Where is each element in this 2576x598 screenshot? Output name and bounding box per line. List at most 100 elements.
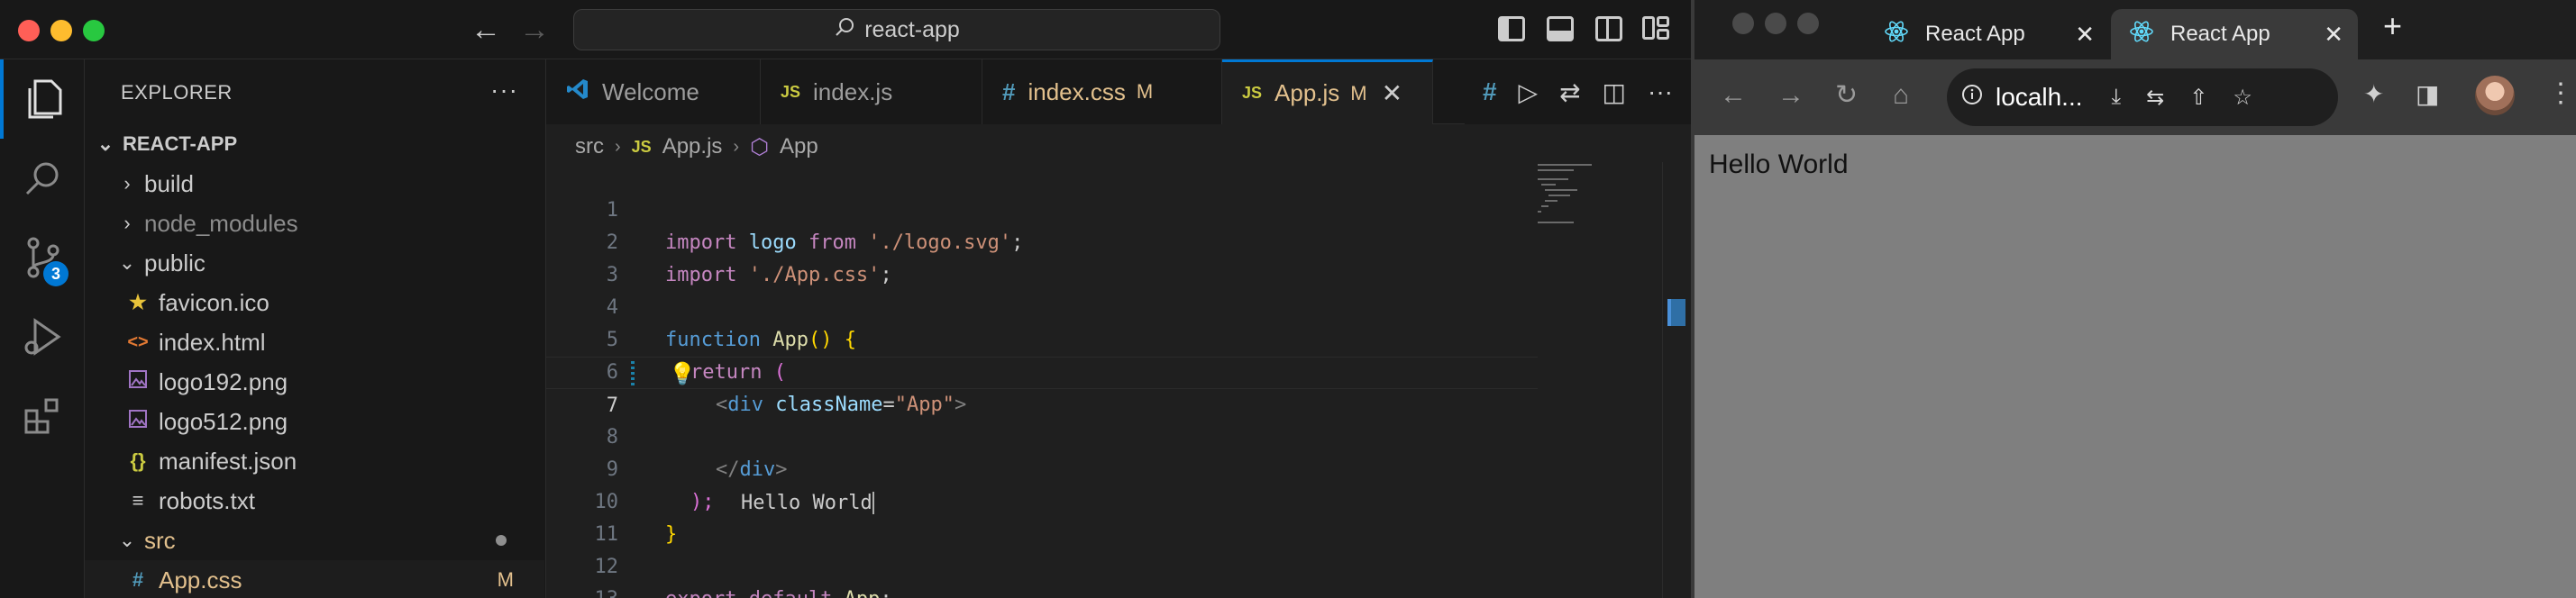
modified-dot — [496, 535, 507, 546]
profile-avatar[interactable] — [2475, 76, 2515, 115]
js-icon: JS — [631, 137, 652, 156]
breadcrumb-item[interactable]: App — [780, 134, 818, 159]
tree-root-react-app[interactable]: ⌄ REACT-APP — [85, 124, 544, 164]
tree-item-src[interactable]: ⌄ src — [85, 521, 544, 560]
chevron-right-icon: › — [123, 212, 131, 234]
minimize-window-button[interactable] — [1765, 13, 1786, 34]
chevron-right-icon: › — [733, 136, 740, 157]
breadcrumb-item[interactable]: src — [575, 134, 604, 159]
explorer-title: EXPLORER — [121, 81, 233, 104]
extensions-icon[interactable] — [0, 376, 85, 456]
css-icon[interactable]: # — [1483, 77, 1497, 106]
tree-item-index-html[interactable]: <> index.html — [85, 322, 544, 362]
translate-icon[interactable]: ⇆ — [2146, 85, 2164, 111]
tree-item-app-css[interactable]: # App.css M — [85, 560, 544, 598]
tree-item-manifest[interactable]: {} manifest.json — [85, 441, 544, 481]
home-icon[interactable]: ⌂ — [1893, 77, 1909, 113]
close-window-button[interactable] — [18, 20, 40, 41]
js-icon: JS — [1242, 84, 1263, 102]
close-window-button[interactable] — [1732, 13, 1754, 34]
new-tab-plus-icon[interactable]: + — [2383, 7, 2402, 45]
forward-arrow-icon[interactable]: → — [1777, 77, 1804, 113]
editor-area: Welcome JS index.js # index.css M JS App… — [546, 59, 1691, 598]
go-forward-arrow-icon[interactable]: → — [519, 13, 550, 47]
site-info-icon[interactable] — [1961, 83, 1983, 112]
split-editor-icon[interactable]: ◫ — [1603, 77, 1626, 107]
code-line: 9 ); — [606, 458, 715, 513]
toggle-panel-icon[interactable] — [1547, 16, 1574, 41]
command-center-search[interactable]: react-app — [573, 9, 1220, 50]
more-actions-icon[interactable]: ··· — [1648, 77, 1673, 106]
vertical-scrollbar[interactable] — [1662, 162, 1675, 598]
editor-actions: # ▷ ⇄ ◫ ··· — [1464, 59, 1691, 124]
html-icon: <> — [127, 331, 149, 352]
bookmark-star-icon[interactable]: ☆ — [2233, 85, 2252, 111]
tab-app-js[interactable]: JS App.js M ✕ — [1222, 59, 1433, 124]
react-logo-icon — [2129, 19, 2154, 50]
tab-index-js[interactable]: JS index.js — [761, 59, 982, 124]
browser-tab-strip: React App ✕ React App ✕ + — [1694, 0, 2576, 59]
side-panel-icon[interactable]: ◨ — [2416, 79, 2439, 109]
chevron-down-icon: ⌄ — [118, 529, 136, 551]
url-text[interactable]: localh... — [1996, 83, 2083, 112]
back-arrow-icon[interactable]: ← — [1720, 77, 1747, 113]
star-icon: ★ — [129, 291, 147, 313]
install-app-icon[interactable]: ⤓ — [2112, 85, 2122, 111]
tree-item-favicon[interactable]: ★ favicon.ico — [85, 283, 544, 322]
tree-item-logo512[interactable]: logo512.png — [85, 402, 544, 441]
chevron-down-icon: ⌄ — [118, 251, 136, 274]
toggle-secondary-sidebar-icon[interactable] — [1595, 16, 1622, 41]
share-icon[interactable]: ⇧ — [2189, 85, 2207, 111]
more-actions-icon[interactable]: ··· — [490, 76, 518, 104]
editor-tab-bar: Welcome JS index.js # index.css M JS App… — [546, 59, 1691, 124]
browser-tab-active[interactable]: React App ✕ — [2111, 9, 2358, 59]
code-line: 3 — [606, 264, 618, 286]
vscode-icon — [566, 77, 589, 107]
tree-item-node-modules[interactable]: › node_modules — [85, 204, 544, 243]
zoom-window-button[interactable] — [1797, 13, 1819, 34]
tree-item-logo192[interactable]: logo192.png — [85, 362, 544, 402]
code-editor[interactable]: 1 import logo from './logo.svg'; 2 impor… — [546, 162, 1538, 598]
reload-icon[interactable]: ↻ — [1835, 77, 1858, 113]
close-tab-icon[interactable]: ✕ — [1382, 78, 1402, 108]
search-icon[interactable] — [0, 139, 85, 218]
code-line: 1 import logo from './logo.svg'; — [606, 199, 1024, 254]
breadcrumb-item[interactable]: App.js — [662, 134, 723, 159]
tab-welcome[interactable]: Welcome — [546, 59, 761, 124]
minimap[interactable] — [1538, 162, 1606, 234]
run-and-debug-icon[interactable] — [0, 297, 85, 376]
tree-item-robots[interactable]: ≡ robots.txt — [85, 481, 544, 521]
close-tab-icon[interactable]: ✕ — [2324, 21, 2343, 49]
scrollbar-cursor-marker — [1667, 299, 1685, 326]
extensions-puzzle-icon[interactable]: ✦ — [2363, 79, 2384, 109]
browser-window: React App ✕ React App ✕ + ← → ↻ ⌂ localh… — [1691, 0, 2576, 598]
image-icon — [124, 369, 151, 394]
tree-item-public[interactable]: ⌄ public — [85, 243, 544, 283]
explorer-icon[interactable] — [0, 59, 85, 139]
browser-toolbar: ← → ↻ ⌂ localh... ⤓ ⇆ ⇧ ☆ ✦ ◨ ⋮ — [1694, 59, 2576, 135]
json-icon: {} — [130, 449, 146, 472]
code-line: 8 </div> — [606, 426, 788, 481]
run-icon[interactable]: ▷ — [1519, 77, 1539, 107]
zoom-window-button[interactable] — [83, 20, 105, 41]
close-tab-icon[interactable]: ✕ — [2075, 21, 2095, 49]
address-bar[interactable]: localh... ⤓ ⇆ ⇧ ☆ — [1947, 68, 2338, 126]
tab-index-css[interactable]: # index.css M — [982, 59, 1222, 124]
tree-item-build[interactable]: › build — [85, 164, 544, 204]
minimize-window-button[interactable] — [50, 20, 72, 41]
toggle-primary-sidebar-icon[interactable] — [1498, 16, 1525, 41]
activity-bar: 3 — [0, 59, 85, 598]
search-icon — [834, 16, 855, 44]
lightbulb-icon[interactable]: 💡 — [669, 361, 696, 386]
go-back-arrow-icon[interactable]: ← — [470, 13, 501, 47]
browser-menu-icon[interactable]: ⋮ — [2547, 76, 2574, 112]
browser-tab[interactable]: React App ✕ — [1866, 9, 2109, 59]
file-tree: ⌄ REACT-APP › build › node_modules ⌄ pub… — [85, 124, 544, 598]
customize-layout-icon[interactable] — [1642, 16, 1669, 41]
chevron-down-icon: ⌄ — [96, 132, 114, 155]
chevron-right-icon: › — [615, 136, 621, 157]
css-icon: # — [1002, 77, 1016, 105]
css-icon: # — [132, 568, 144, 591]
source-control-icon[interactable]: 3 — [0, 218, 85, 297]
compare-changes-icon[interactable]: ⇄ — [1559, 77, 1580, 107]
